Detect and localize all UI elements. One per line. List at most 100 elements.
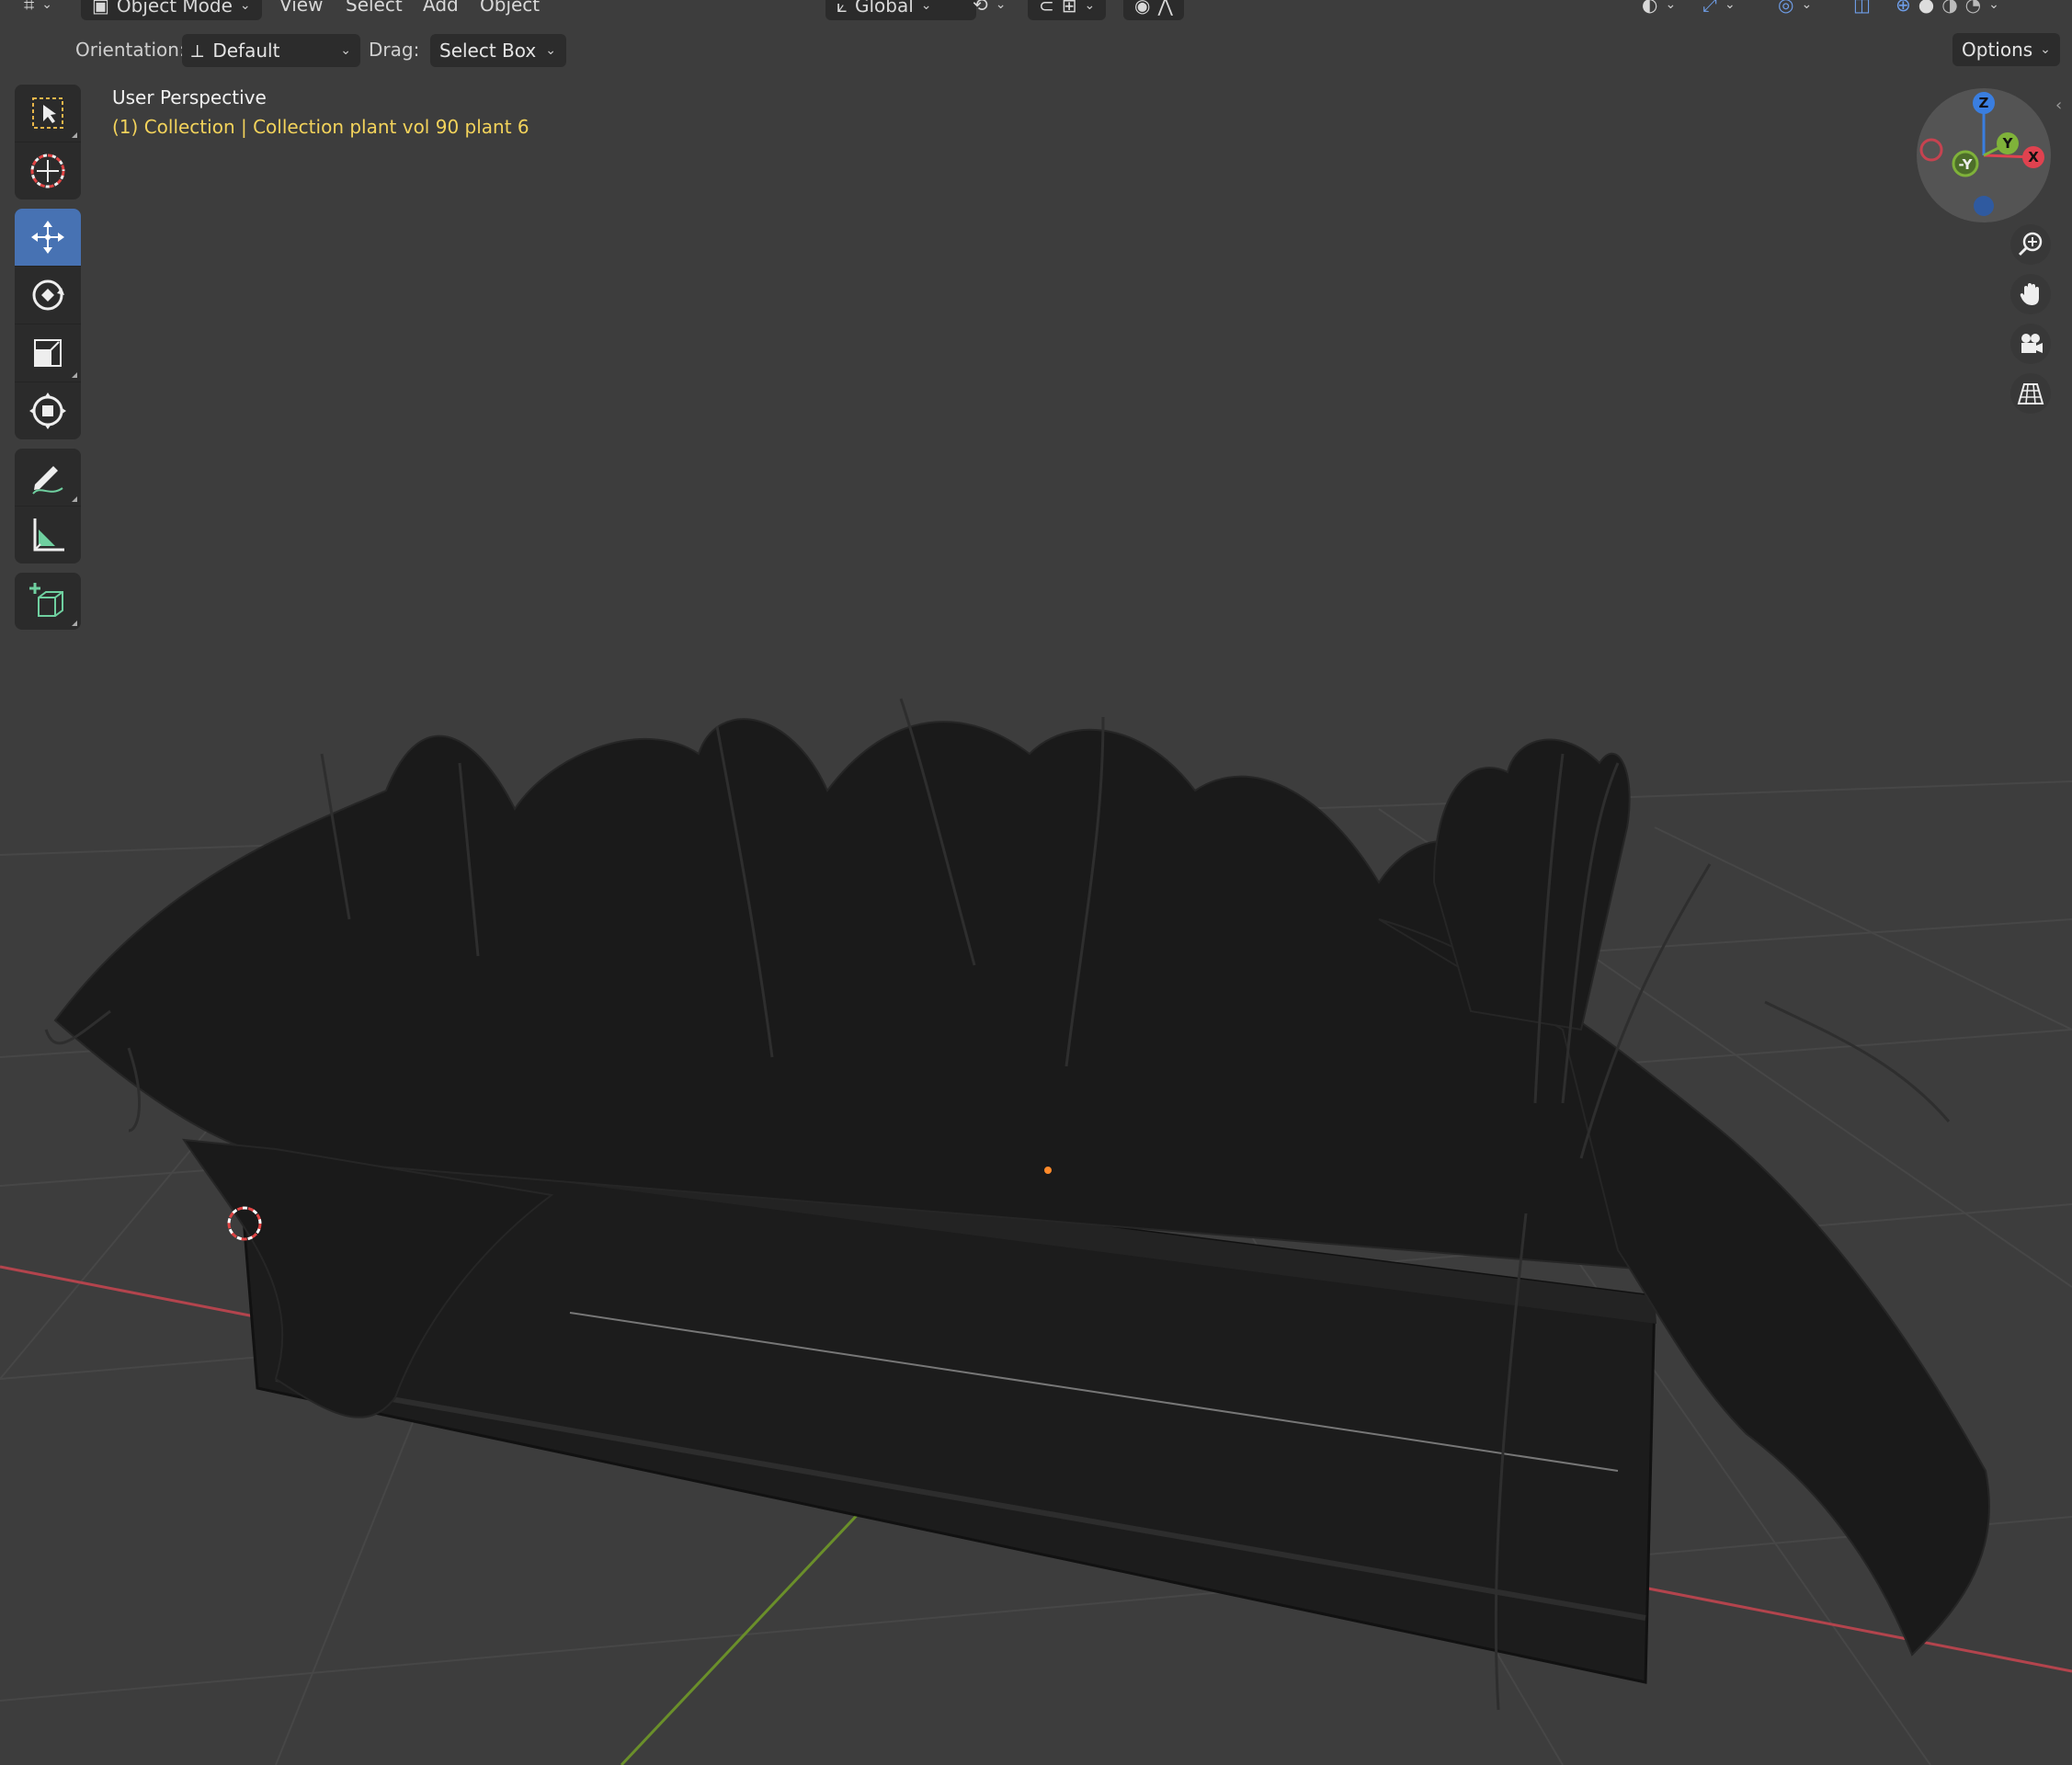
tool-group-transform xyxy=(15,209,81,439)
measure-icon xyxy=(33,518,64,552)
chevron-down-icon: ⌄ xyxy=(239,0,251,13)
snap-icon: ⊂ xyxy=(1039,0,1054,17)
z-axis-label: Z xyxy=(1979,95,1989,111)
proportional-edit-button[interactable]: ◉ ⋀ xyxy=(1123,0,1184,20)
tool-shelf xyxy=(15,85,81,639)
visibility-icon: ◐ xyxy=(1642,0,1658,16)
drag-dropdown[interactable]: Select Box ⌄ xyxy=(430,34,566,67)
neg-x-axis-handle[interactable] xyxy=(1919,138,1943,162)
tool-group-add xyxy=(15,573,81,630)
options-label: Options xyxy=(1962,39,2033,61)
camera-icon xyxy=(2021,334,2043,353)
transform-orientation-dropdown[interactable]: ⟀ Global ⌄ xyxy=(825,0,976,20)
solid-shading-icon[interactable]: ● xyxy=(1918,0,1934,16)
scale-icon xyxy=(34,339,62,367)
grid-perspective-icon xyxy=(2017,383,2044,404)
3d-viewport[interactable] xyxy=(0,0,2072,1765)
chevron-down-icon: ⌄ xyxy=(1801,0,1813,12)
rotate-icon xyxy=(32,279,64,311)
object-origin-point xyxy=(1044,1167,1052,1174)
drag-value: Select Box xyxy=(439,40,537,62)
snap-increment-icon: ⊞ xyxy=(1061,0,1077,17)
toggle-perspective-button[interactable] xyxy=(2010,373,2051,414)
rendered-shading-icon[interactable]: ◔ xyxy=(1965,0,1981,16)
move-icon xyxy=(31,221,64,254)
menu-view[interactable]: View xyxy=(279,0,323,18)
orientation-axes-icon: ⟂ xyxy=(191,40,204,62)
cursor-icon xyxy=(30,154,65,188)
falloff-icon: ⋀ xyxy=(1157,0,1173,17)
x-axis-label: X xyxy=(2028,149,2039,165)
add-cube-icon xyxy=(29,583,63,617)
chevron-down-icon: ⌄ xyxy=(545,43,556,58)
menu-select[interactable]: Select xyxy=(346,0,403,18)
menu-add[interactable]: Add xyxy=(423,0,459,18)
wireframe-shading-icon[interactable]: ⊕ xyxy=(1896,0,1911,16)
tool-group-annotate xyxy=(15,449,81,564)
object-mode-icon: ▣ xyxy=(92,0,109,17)
xray-toggle-button[interactable]: ◫ xyxy=(1853,0,1871,18)
add-cube-tool[interactable] xyxy=(15,573,81,630)
camera-view-button[interactable] xyxy=(2010,324,2051,364)
measure-tool[interactable] xyxy=(15,507,81,564)
chevron-down-icon: ⌄ xyxy=(41,0,52,12)
navigation-gizmo[interactable]: Z X Y -Y xyxy=(1917,88,2051,222)
transform-icon xyxy=(29,393,66,429)
overlays-icon: ◎ xyxy=(1778,0,1794,16)
mode-label: Object Mode xyxy=(116,0,233,17)
view-name: User Perspective xyxy=(112,86,267,108)
gizmo-icon: ⤢ xyxy=(1702,0,1717,16)
neg-z-axis-handle[interactable] xyxy=(1974,196,1994,216)
pivot-icon: ⟲ xyxy=(973,0,988,16)
gizmo-toggle-button[interactable]: ⤢ ⌄ xyxy=(1702,0,1736,18)
pivot-point-button[interactable]: ⟲ ⌄ xyxy=(973,0,1007,18)
visibility-button[interactable]: ◐ ⌄ xyxy=(1642,0,1676,18)
chevron-down-icon: ⌄ xyxy=(2040,42,2051,57)
chevron-down-icon: ⌄ xyxy=(995,0,1007,12)
chevron-down-icon: ⌄ xyxy=(340,43,351,58)
viewport-canvas xyxy=(0,698,2072,1765)
orientation-icon: ⟀ xyxy=(837,0,848,17)
select-box-tool[interactable] xyxy=(15,85,81,142)
overlays-toggle-button[interactable]: ◎ ⌄ xyxy=(1778,0,1812,18)
select-box-icon xyxy=(32,97,63,129)
scale-tool[interactable] xyxy=(15,325,81,382)
y-axis-line xyxy=(620,1506,866,1765)
material-shading-icon[interactable]: ◑ xyxy=(1941,0,1957,16)
chevron-down-icon: ⌄ xyxy=(1665,0,1677,12)
tool-group-select xyxy=(15,85,81,199)
zoom-button[interactable] xyxy=(2010,224,2051,265)
xray-icon: ◫ xyxy=(1853,0,1871,16)
annotate-tool[interactable] xyxy=(15,449,81,507)
annotate-icon xyxy=(32,466,63,495)
orientation-dropdown[interactable]: ⟂ Default ⌄ xyxy=(182,34,360,67)
axis-gizmo-svg: Z X Y -Y xyxy=(1919,92,2044,216)
transform-orientation-value: Global xyxy=(854,0,914,17)
chevron-down-icon: ⌄ xyxy=(1084,0,1096,13)
y-axis-label: Y xyxy=(2002,135,2014,152)
move-tool[interactable] xyxy=(15,209,81,267)
cursor-tool[interactable] xyxy=(15,142,81,199)
drag-label: Drag: xyxy=(369,39,420,61)
chevron-down-icon: ⌄ xyxy=(1725,0,1736,12)
viewport-header: ⌗ ⌄ ▣ Object Mode ⌄ View Select Add Objec… xyxy=(0,0,2072,20)
collection-info: (1) Collection | Collection plant vol 90… xyxy=(112,116,529,138)
tool-settings-header: Orientation: ⟂ Default ⌄ Drag: Select Bo… xyxy=(0,28,2072,72)
orientation-value: Default xyxy=(212,40,280,62)
collapse-sidebar-icon[interactable]: ‹ xyxy=(2055,96,2062,115)
chevron-down-icon: ⌄ xyxy=(1988,0,1999,12)
shading-mode-group[interactable]: ⊕ ● ◑ ◔ ⌄ xyxy=(1896,0,1999,18)
editor-type-icon: ⌗ xyxy=(24,0,35,16)
snap-button[interactable]: ⊂ ⊞ ⌄ xyxy=(1028,0,1107,20)
options-dropdown[interactable]: Options ⌄ xyxy=(1952,33,2060,66)
pan-button[interactable] xyxy=(2010,274,2051,314)
transform-tool[interactable] xyxy=(15,382,81,439)
zoom-icon xyxy=(2018,232,2043,256)
rotate-tool[interactable] xyxy=(15,267,81,325)
menu-object[interactable]: Object xyxy=(480,0,540,18)
editor-type-button[interactable]: ⌗ ⌄ xyxy=(24,0,52,18)
chevron-down-icon: ⌄ xyxy=(920,0,932,13)
orientation-label: Orientation: xyxy=(75,39,186,61)
proportional-edit-icon: ◉ xyxy=(1134,0,1151,17)
mode-dropdown[interactable]: ▣ Object Mode ⌄ xyxy=(81,0,262,20)
